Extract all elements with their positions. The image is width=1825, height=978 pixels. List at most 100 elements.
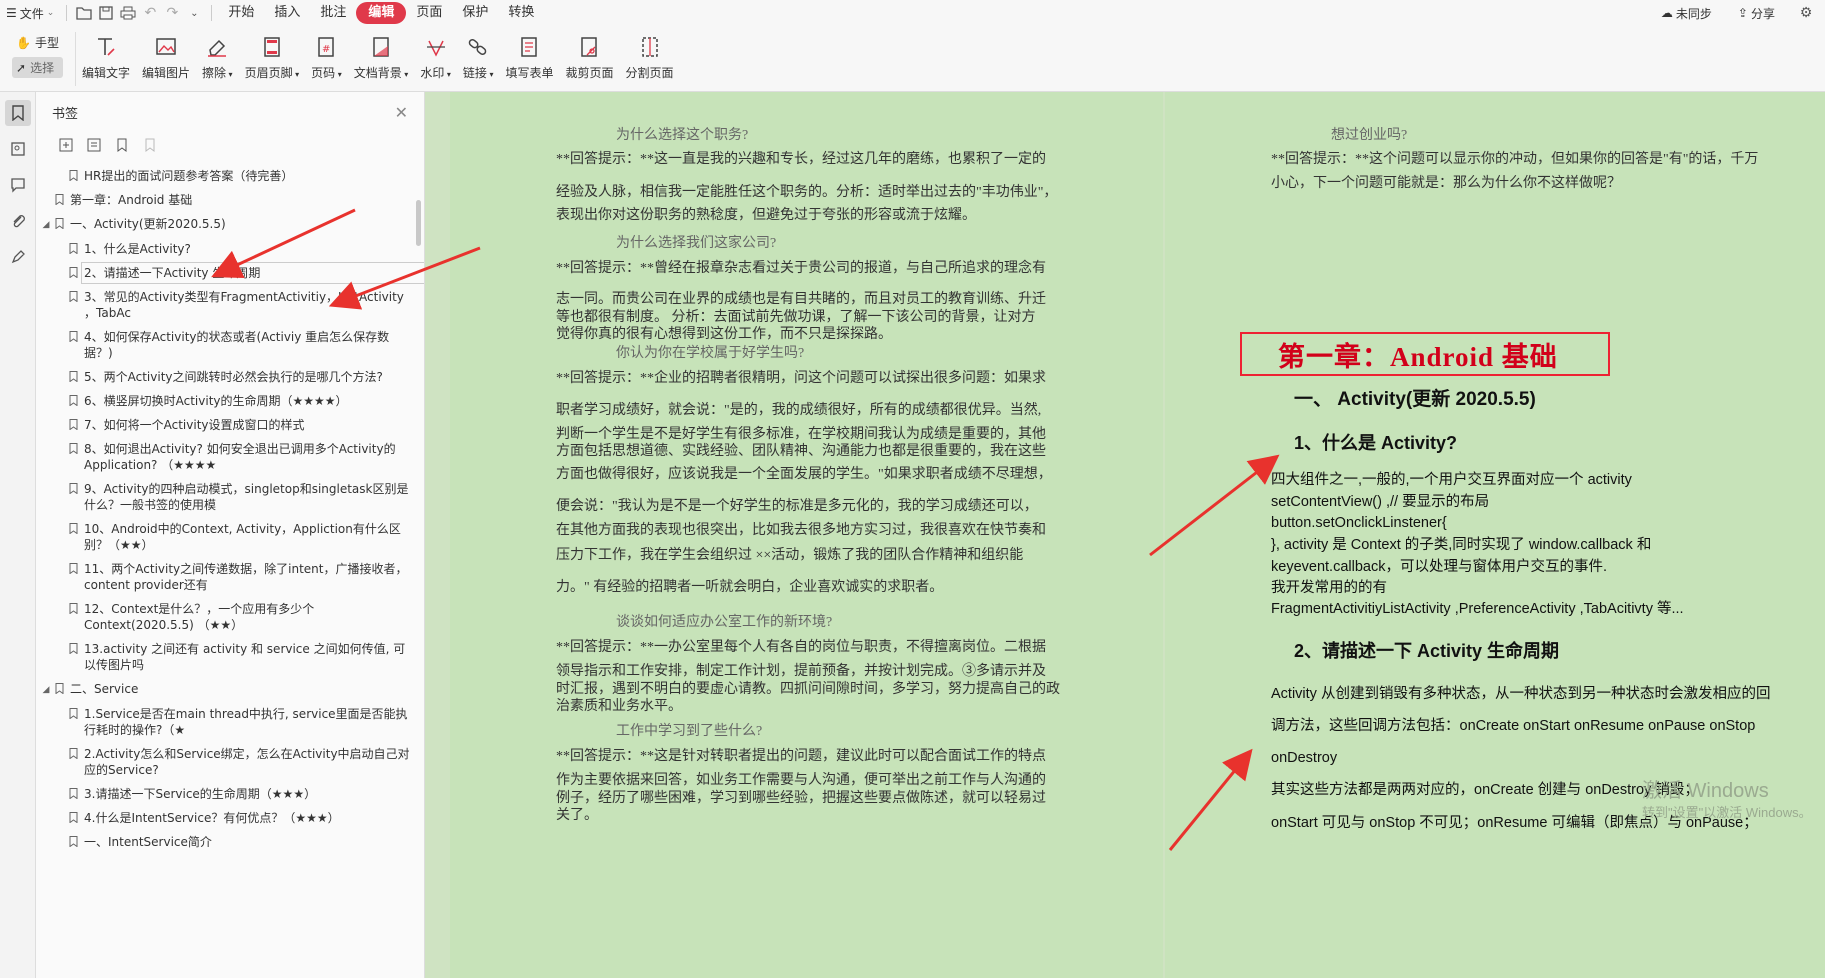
bookmark-item[interactable]: 3.请描述一下Service的生命周期（★★★） [36, 782, 424, 806]
erase-button[interactable]: 擦除 ▾ [196, 32, 239, 81]
eraser-icon [202, 32, 232, 62]
redo-icon[interactable]: ↷ [161, 2, 183, 24]
text-line: 志一同。而贵公司在业界的成绩也是有目共睹的，而且对员工的教育训练、升迁 [556, 292, 1046, 307]
text-line: 方面也做得很好，应该说我是一个全面发展的学生。"如果求职者成绩不尽理想， [556, 467, 1052, 482]
bookmark-item[interactable]: 11、两个Activity之间传递数据，除了intent，广播接收者，conte… [36, 557, 424, 597]
tab-insert[interactable]: 插入 [264, 2, 310, 24]
add-child-bookmark-icon[interactable] [86, 137, 102, 153]
bookmark-item[interactable]: ◢ 二、Service [36, 677, 424, 702]
sync-button[interactable]: ☁ 未同步 [1655, 0, 1718, 26]
text-line: 领导指示和工作安排，制定工作计划，提前预备，并按计划完成。③多请示并及 [556, 664, 1046, 679]
link-button[interactable]: 链接 ▾ [457, 32, 500, 81]
bookmark-item[interactable]: ◢ 一、Activity(更新2020.5.5) [36, 212, 424, 237]
delete-bookmark-icon[interactable] [142, 137, 158, 153]
bookmark-item-selected[interactable]: 2、请描述一下Activity 生命周期 [36, 261, 424, 285]
text-line: 表现出你对这份职务的熟稔度，但避免过于夸张的形容或流于炫耀。 [556, 208, 976, 223]
split-page-button[interactable]: 分割页面 [620, 32, 680, 81]
bookmark-icon [66, 289, 80, 303]
crop-page-button[interactable]: 裁剪页面 [559, 32, 619, 81]
attachment-panel-icon[interactable] [5, 208, 31, 234]
select-tool-button[interactable]: ➚ 选择 [12, 57, 63, 78]
edit-text-button[interactable]: 编辑文字 [76, 32, 136, 81]
share-button[interactable]: ⇪ 分享 [1732, 0, 1781, 26]
page-number-button[interactable]: # 页码 ▾ [305, 32, 348, 81]
bookmark-item[interactable]: 2.Activity怎么和Service绑定，怎么在Activity中启动自己对… [36, 742, 424, 782]
crop-page-label: 裁剪页面 [565, 66, 614, 80]
question-title: 为什么选择这个职务? [616, 128, 749, 143]
text-line: **回答提示：**这是针对转职者提出的问题，建议此时可以配合面试工作的特点 [556, 749, 1046, 764]
header-footer-button[interactable]: 页眉页脚 ▾ [239, 32, 306, 81]
add-bookmark-icon[interactable] [58, 137, 74, 153]
settings-icon[interactable]: ⚙ [1795, 2, 1817, 24]
tab-protect[interactable]: 保护 [452, 2, 498, 24]
signature-panel-icon[interactable] [5, 244, 31, 270]
bookmark-icon[interactable] [114, 137, 130, 153]
bookmark-item[interactable]: 一、IntentService简介 [36, 830, 424, 854]
bookmark-icon [52, 216, 66, 230]
bookmark-item[interactable]: 第一章：Android 基础 [36, 188, 424, 212]
bookmark-panel-icon[interactable] [4, 100, 31, 126]
open-folder-icon[interactable] [73, 2, 95, 24]
bookmark-item[interactable]: 12、Context是什么？，一个应用有多少个Context(2020.5.5)… [36, 597, 424, 637]
watermark-label: 水印 ▾ [420, 66, 451, 80]
hand-tool-button[interactable]: ✋ 手型 [12, 32, 63, 53]
undo-icon[interactable]: ↶ [139, 2, 161, 24]
form-icon [514, 32, 544, 62]
print-icon[interactable] [117, 2, 139, 24]
doc-background-icon [366, 32, 396, 62]
bookmark-item[interactable]: 7、如何将一个Activity设置成窗口的样式 [36, 413, 424, 437]
expand-arrow-icon[interactable]: ◢ [40, 216, 52, 233]
tab-convert[interactable]: 转换 [498, 2, 544, 24]
page-right: 想过创业吗? **回答提示：**这个问题可以显示你的冲动，但如果你的回答是"有"… [1165, 92, 1825, 978]
bookmark-item[interactable]: 1、什么是Activity? [36, 237, 424, 261]
bookmark-item[interactable]: 10、Android中的Context, Activity，Appliction… [36, 517, 424, 557]
hand-icon: ✋ [16, 35, 31, 50]
fill-form-button[interactable]: 填写表单 [499, 32, 559, 81]
section-heading: 1、什么是 Activity? [1294, 433, 1458, 453]
comment-panel-icon[interactable] [5, 172, 31, 198]
bookmark-icon [66, 417, 80, 431]
activation-watermark-title: 激活 Windows [1642, 780, 1769, 802]
body-line: 其实这些方法都是两两对应的，onCreate 创建与 onDestroy 销毁； [1271, 782, 1699, 798]
tab-start[interactable]: 开始 [218, 2, 264, 24]
bookmark-item[interactable]: 6、横竖屏切换时Activity的生命周期（★★★★） [36, 389, 424, 413]
file-menu[interactable]: ☰ 文件 ⌄ [0, 0, 60, 26]
bookmark-item[interactable]: 1.Service是否在main thread中执行, service里面是否能… [36, 702, 424, 742]
bookmark-item[interactable]: 4、如何保存Activity的状态或者(Activiy 重启怎么保存数据？) [36, 325, 424, 365]
bookmark-icon [66, 241, 80, 255]
tab-edit[interactable]: 编辑 [356, 2, 407, 24]
left-icon-strip [0, 92, 36, 978]
body-line: keyevent.callback，可以处理与窗体用户交互的事件. [1271, 559, 1607, 575]
text-line: 例子，经历了哪些困难，学习到哪些经验，把握这些要点做陈述，就可以轻易过 [556, 791, 1046, 806]
text-line: 压力下工作，我在学生会组织过 ××活动，锻炼了我的团队合作精神和组织能 [556, 548, 1024, 563]
bookmark-icon [66, 521, 80, 535]
save-icon[interactable] [95, 2, 117, 24]
bookmark-item[interactable]: 9、Activity的四种启动模式，singletop和singletask区别… [36, 477, 424, 517]
tab-page[interactable]: 页面 [406, 2, 452, 24]
doc-background-button[interactable]: 文档背景 ▾ [348, 32, 415, 81]
bookmark-icon [52, 681, 66, 695]
bookmark-item[interactable]: 3、常见的Activity类型有FragmentActivitiy，ListAc… [36, 285, 424, 325]
bookmark-item[interactable]: HR提出的面试问题参考答案（待完善） [36, 164, 424, 188]
bookmark-item[interactable]: 5、两个Activity之间跳转时必然会执行的是哪几个方法? [36, 365, 424, 389]
header-footer-label: 页眉页脚 ▾ [244, 66, 300, 80]
ribbon-toolbar: ✋ 手型 ➚ 选择 编辑文字 编辑图片 擦除 ▾ 页眉页脚 ▾ # 页码 ▾ 文… [0, 26, 1825, 92]
split-icon [635, 32, 665, 62]
expand-arrow-icon[interactable]: ◢ [40, 681, 52, 698]
edit-image-label: 编辑图片 [141, 66, 190, 80]
panel-scrollbar[interactable] [416, 200, 421, 246]
thumbnail-panel-icon[interactable] [5, 136, 31, 162]
bookmark-item[interactable]: 8、如何退出Activity? 如何安全退出已调用多个Activity的Appl… [36, 437, 424, 477]
watermark-button[interactable]: 水印 ▾ [414, 32, 457, 81]
bookmark-item[interactable]: 4.什么是IntentService？有何优点？（★★★） [36, 806, 424, 830]
bookmark-item[interactable]: 13.activity 之间还有 activity 和 service 之间如何… [36, 637, 424, 677]
bookmark-icon [66, 834, 80, 848]
tab-comment[interactable]: 批注 [310, 2, 356, 24]
menubar-right: ☁ 未同步 ⇪ 分享 ⚙ [1655, 0, 1825, 26]
quick-access-chevron-icon[interactable]: ⌄ [183, 2, 205, 24]
bookmark-icon [66, 481, 80, 495]
header-footer-icon [257, 32, 287, 62]
edit-image-icon [151, 32, 181, 62]
close-icon[interactable]: ✕ [395, 103, 408, 122]
edit-image-button[interactable]: 编辑图片 [136, 32, 196, 81]
